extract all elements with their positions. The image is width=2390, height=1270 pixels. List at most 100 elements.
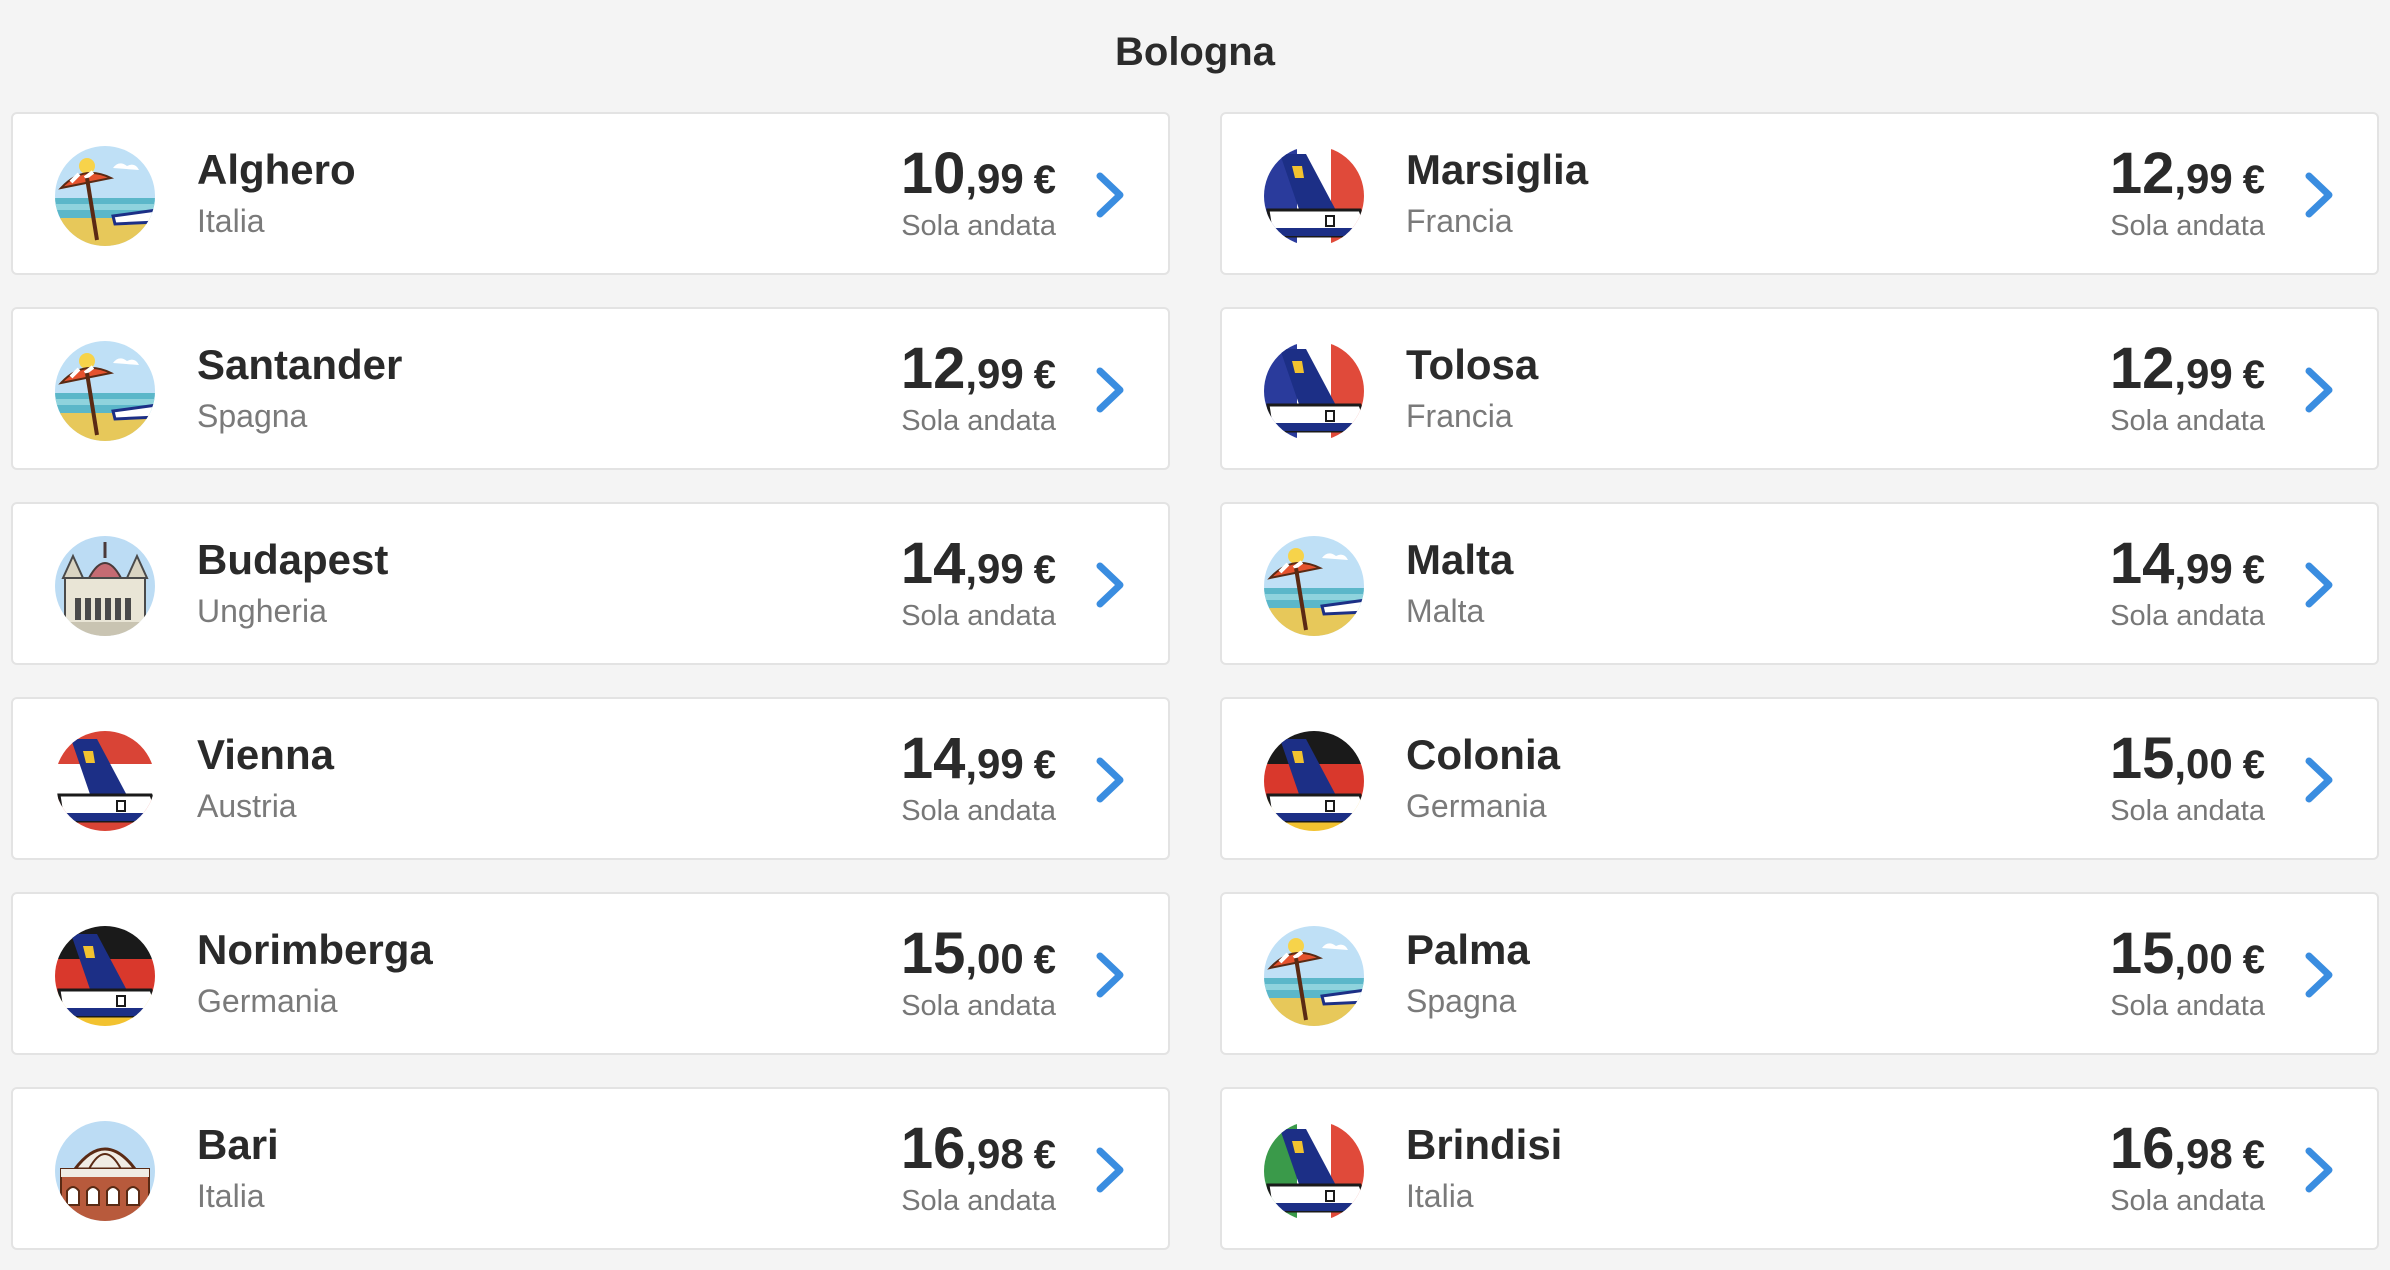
price-decimal: ,00 [2174,935,2233,982]
destination-card[interactable]: Norimberga Germania 15,00 € Sola andata [11,892,1170,1055]
price-decimal: ,99 [965,740,1024,787]
price-currency: € [1033,353,1056,397]
destination-city: Vienna [197,731,334,778]
trip-type: Sola andata [901,795,1056,827]
trip-type: Sola andata [901,990,1056,1022]
trip-type: Sola andata [2110,990,2265,1022]
price-currency: € [1033,743,1056,787]
destination-city: Norimberga [197,926,433,973]
destination-country: Italia [197,1178,265,1214]
price-decimal: ,99 [2174,545,2233,592]
chevron-right-icon[interactable] [2301,755,2337,805]
plane-tail-germany-icon [1262,729,1366,833]
destination-price: 12,99 € [2110,140,2265,207]
destination-price: 10,99 € [901,140,1056,207]
price-currency: € [2242,1133,2265,1177]
price-integer: 16 [900,1116,966,1181]
trip-type: Sola andata [2110,1185,2265,1217]
destination-card[interactable]: Marsiglia Francia 12,99 € Sola andata [1220,112,2379,275]
beach-icon [53,339,157,443]
destination-card[interactable]: Budapest Ungheria 14,99 € Sola andata [11,502,1170,665]
plane-tail-austria-icon [53,729,157,833]
destination-card[interactable]: Vienna Austria 14,99 € Sola andata [11,697,1170,860]
beach-icon [1262,534,1366,638]
destination-price: 15,00 € [2110,920,2265,987]
price-decimal: ,00 [965,935,1024,982]
price-integer: 15 [2109,921,2175,986]
destination-country: Spagna [197,398,308,434]
destination-country: Spagna [1406,983,1517,1019]
price-currency: € [2242,743,2265,787]
price-decimal: ,99 [965,545,1024,592]
page: Bologna Alghero Italia 10,99 € Sola andat… [0,0,2390,1270]
destination-city: Tolosa [1406,341,1539,388]
price-decimal: ,99 [965,350,1024,397]
chevron-right-icon[interactable] [2301,950,2337,1000]
destination-city: Brindisi [1406,1121,1563,1168]
chevron-right-icon[interactable] [2301,365,2337,415]
destination-city: Bari [197,1121,279,1168]
destination-country: Italia [1406,1178,1474,1214]
trip-type: Sola andata [901,210,1056,242]
price-integer: 15 [900,921,966,986]
price-decimal: ,00 [2174,740,2233,787]
chevron-right-icon[interactable] [1092,755,1128,805]
chevron-right-icon[interactable] [1092,560,1128,610]
destination-card[interactable]: Alghero Italia 10,99 € Sola andata [11,112,1170,275]
destination-card[interactable]: Tolosa Francia 12,99 € Sola andata [1220,307,2379,470]
destination-country: Francia [1406,203,1513,239]
destination-country: Ungheria [197,593,327,629]
destination-card[interactable]: Brindisi Italia 16,98 € Sola andata [1220,1087,2379,1250]
trip-type: Sola andata [901,405,1056,437]
chevron-right-icon[interactable] [1092,950,1128,1000]
destination-price: 15,00 € [2110,725,2265,792]
price-currency: € [1033,158,1056,202]
beach-icon [1262,924,1366,1028]
destination-country: Malta [1406,593,1485,629]
destination-card[interactable]: Colonia Germania 15,00 € Sola andata [1220,697,2379,860]
destination-card[interactable]: Bari Italia 16,98 € Sola andata [11,1087,1170,1250]
price-integer: 12 [2109,336,2175,401]
destination-city: Santander [197,341,403,388]
price-currency: € [1033,548,1056,592]
destination-card[interactable]: Santander Spagna 12,99 € Sola andata [11,307,1170,470]
price-decimal: ,99 [2174,155,2233,202]
chevron-right-icon[interactable] [1092,170,1128,220]
destination-price: 14,99 € [901,530,1056,597]
destination-city: Malta [1406,536,1514,583]
chevron-right-icon[interactable] [2301,560,2337,610]
price-integer: 14 [900,531,966,596]
price-currency: € [1033,938,1056,982]
cathedral-dome-icon [53,1119,157,1223]
parliament-icon [53,534,157,638]
destination-price: 12,99 € [2110,335,2265,402]
plane-tail-germany-icon [53,924,157,1028]
price-integer: 14 [900,726,966,791]
destination-city: Palma [1406,926,1530,973]
page-title: Bologna [1115,30,1275,74]
destination-grid: Alghero Italia 10,99 € Sola andata Marsig… [11,112,2379,1250]
chevron-right-icon[interactable] [1092,365,1128,415]
destination-card[interactable]: Malta Malta 14,99 € Sola andata [1220,502,2379,665]
price-decimal: ,99 [965,155,1024,202]
plane-tail-france-icon [1262,339,1366,443]
price-currency: € [2242,353,2265,397]
trip-type: Sola andata [2110,795,2265,827]
destination-price: 15,00 € [901,920,1056,987]
trip-type: Sola andata [2110,405,2265,437]
price-integer: 10 [900,141,966,206]
price-decimal: ,98 [2174,1130,2233,1177]
destination-city: Marsiglia [1406,146,1589,193]
chevron-right-icon[interactable] [1092,1145,1128,1195]
destination-country: Austria [197,788,297,824]
chevron-right-icon[interactable] [2301,170,2337,220]
plane-tail-italy-icon [1262,1119,1366,1223]
destination-card[interactable]: Palma Spagna 15,00 € Sola andata [1220,892,2379,1055]
destination-country: Germania [1406,788,1547,824]
destination-city: Colonia [1406,731,1560,778]
chevron-right-icon[interactable] [2301,1145,2337,1195]
trip-type: Sola andata [2110,600,2265,632]
destination-price: 14,99 € [901,725,1056,792]
trip-type: Sola andata [901,600,1056,632]
price-currency: € [2242,158,2265,202]
